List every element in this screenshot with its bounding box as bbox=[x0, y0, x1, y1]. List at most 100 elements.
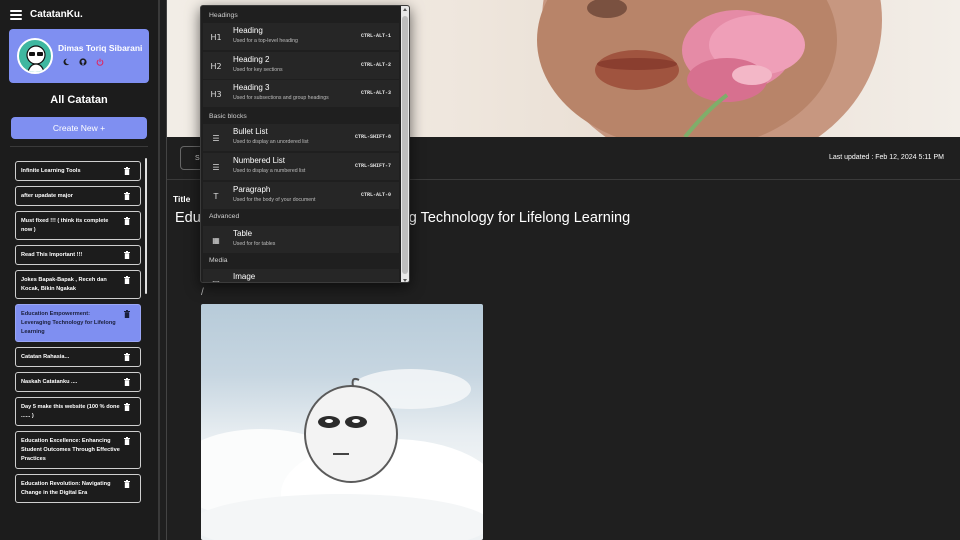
menu-section-media: Media bbox=[209, 257, 228, 264]
note-title: Read This Important !!! bbox=[21, 252, 83, 258]
sidebar-heading: All Catatan bbox=[50, 94, 108, 106]
table-icon: ▦ bbox=[212, 235, 220, 245]
slash-command-text[interactable]: / bbox=[201, 287, 204, 298]
menu-item-heading-2[interactable]: H2 Heading 2 Used for key sections CTRL-… bbox=[203, 52, 399, 79]
menu-item-shortcut: CTRL-SHIFT-8 bbox=[354, 134, 391, 140]
menu-item-desc: Used to display an unordered list bbox=[233, 139, 309, 145]
power-icon[interactable] bbox=[95, 57, 104, 66]
menu-item-label: Bullet List bbox=[233, 127, 268, 136]
heading-3-icon: H3 bbox=[210, 89, 222, 99]
topbar: CatatanKu. bbox=[10, 9, 83, 20]
trash-icon[interactable] bbox=[124, 217, 130, 225]
last-updated-text: Last updated : Feb 12, 2024 5:11 PM bbox=[828, 154, 944, 161]
note-title: Infinite Learning Tools bbox=[21, 168, 81, 174]
menu-item-label: Heading 2 bbox=[233, 55, 270, 64]
paragraph-icon: T bbox=[213, 191, 219, 201]
list-item[interactable]: Read This Important !!! bbox=[15, 245, 141, 265]
profile-card: Dimas Toriq Sibarani bbox=[9, 29, 149, 83]
menu-item-label: Heading bbox=[233, 26, 263, 35]
menu-item-heading-3[interactable]: H3 Heading 3 Used for subsections and gr… bbox=[203, 80, 399, 107]
trash-icon[interactable] bbox=[124, 437, 130, 445]
menu-item-desc: Used for key sections bbox=[233, 67, 283, 73]
hamburger-menu-icon[interactable] bbox=[10, 9, 22, 20]
sidebar-scrollbar[interactable] bbox=[145, 158, 147, 294]
trash-icon[interactable] bbox=[124, 310, 130, 318]
numbered-list-icon: ☰ bbox=[212, 162, 220, 172]
note-title: Catatan Rahasia... bbox=[21, 354, 70, 360]
trash-icon[interactable] bbox=[124, 353, 130, 361]
profile-actions bbox=[61, 57, 104, 66]
list-item[interactable]: Must fixed !!! ( think its complete now … bbox=[15, 211, 141, 240]
menu-item-desc: Used to display a numbered list bbox=[233, 168, 306, 174]
content-image[interactable] bbox=[201, 304, 483, 540]
menu-item-paragraph[interactable]: T Paragraph Used for the body of your do… bbox=[203, 182, 399, 209]
brand-title: CatatanKu. bbox=[30, 9, 83, 20]
list-item[interactable]: Day 5 make this website (100 % done ....… bbox=[15, 397, 141, 426]
list-item[interactable]: Infinite Learning Tools bbox=[15, 161, 141, 181]
list-item[interactable]: Catatan Rahasia... bbox=[15, 347, 141, 367]
menu-section-basic: Basic blocks bbox=[209, 113, 247, 120]
menu-item-desc: Used for the body of your document bbox=[233, 197, 316, 203]
menu-item-numbered-list[interactable]: ☰ Numbered List Used to display a number… bbox=[203, 153, 399, 180]
trash-icon[interactable] bbox=[124, 251, 130, 259]
note-title: Education Excellence: Enhancing Student … bbox=[21, 438, 120, 462]
trash-icon[interactable] bbox=[124, 276, 130, 284]
list-item-active[interactable]: Education Empowerment: Leveraging Techno… bbox=[15, 304, 141, 342]
profile-name: Dimas Toriq Sibarani bbox=[58, 43, 143, 53]
menu-item-shortcut: CTRL-ALT-2 bbox=[360, 62, 391, 68]
note-title: Day 5 make this website (100 % done ....… bbox=[21, 404, 120, 419]
trash-icon[interactable] bbox=[124, 167, 130, 175]
menu-item-table[interactable]: ▦ Table Used for for tables bbox=[203, 226, 399, 253]
menu-item-label: Image bbox=[233, 272, 256, 281]
image-icon: ▣ bbox=[212, 278, 220, 283]
scroll-down-icon[interactable] bbox=[403, 279, 407, 282]
trash-icon[interactable] bbox=[124, 403, 130, 411]
moon-icon[interactable] bbox=[61, 57, 70, 66]
menu-item-desc: Used for a top-level heading bbox=[233, 38, 298, 44]
menu-item-shortcut: CTRL-SHIFT-7 bbox=[354, 163, 391, 169]
list-item[interactable]: Education Excellence: Enhancing Student … bbox=[15, 431, 141, 469]
menu-scroll-thumb[interactable] bbox=[402, 16, 408, 274]
bullet-list-icon: ☰ bbox=[212, 133, 220, 143]
note-title: Jokes Bapak-Bapak , Receh dan Kocak, Bik… bbox=[21, 277, 107, 292]
note-title: Education Empowerment: Leveraging Techno… bbox=[21, 311, 116, 335]
list-item[interactable]: Education Revolution: Navigating Change … bbox=[15, 474, 141, 503]
menu-item-bullet-list[interactable]: ☰ Bullet List Used to display an unorder… bbox=[203, 124, 399, 151]
note-title: Must fixed !!! ( think its complete now … bbox=[21, 218, 109, 233]
trash-icon[interactable] bbox=[124, 378, 130, 386]
divider bbox=[10, 146, 148, 147]
menu-item-image[interactable]: ▣ Image bbox=[203, 269, 399, 283]
menu-item-shortcut: CTRL-ALT-0 bbox=[360, 192, 391, 198]
trash-icon[interactable] bbox=[124, 192, 130, 200]
menu-item-desc: Used for for tables bbox=[233, 241, 276, 247]
menu-item-label: Numbered List bbox=[233, 156, 286, 165]
avatar bbox=[17, 38, 53, 74]
note-title: after upadate major bbox=[21, 193, 73, 199]
list-item[interactable]: Naskah Catatanku .... bbox=[15, 372, 141, 392]
trash-icon[interactable] bbox=[124, 480, 130, 488]
menu-item-label: Heading 3 bbox=[233, 83, 270, 92]
menu-item-shortcut: CTRL-ALT-3 bbox=[360, 90, 391, 96]
menu-section-advanced: Advanced bbox=[209, 213, 240, 220]
heading-1-icon: H1 bbox=[210, 32, 222, 42]
notes-list: Infinite Learning Tools after upadate ma… bbox=[15, 161, 141, 508]
github-icon[interactable] bbox=[78, 57, 87, 66]
title-label: Title bbox=[173, 194, 191, 204]
app-root: CatatanKu. Dimas Toriq Sibarani All Cata… bbox=[0, 0, 960, 540]
menu-item-label: Table bbox=[233, 229, 253, 238]
menu-item-heading-1[interactable]: H1 Heading Used for a top-level heading … bbox=[203, 23, 399, 50]
menu-item-shortcut: CTRL-ALT-1 bbox=[360, 33, 391, 39]
heading-2-icon: H2 bbox=[210, 61, 222, 71]
note-title: Naskah Catatanku .... bbox=[21, 379, 78, 385]
note-title: Education Revolution: Navigating Change … bbox=[21, 481, 111, 496]
create-new-button[interactable]: Create New + bbox=[11, 117, 147, 139]
menu-scrollbar[interactable] bbox=[401, 6, 409, 282]
sidebar: CatatanKu. Dimas Toriq Sibarani All Cata… bbox=[0, 0, 160, 540]
menu-item-desc: Used for subsections and group headings bbox=[233, 95, 329, 101]
list-item[interactable]: after upadate major bbox=[15, 186, 141, 206]
list-item[interactable]: Jokes Bapak-Bapak , Receh dan Kocak, Bik… bbox=[15, 270, 141, 299]
scroll-up-icon[interactable] bbox=[403, 8, 407, 11]
menu-item-label: Paragraph bbox=[233, 185, 271, 194]
menu-section-headings: Headings bbox=[209, 12, 238, 19]
slash-command-menu: Headings H1 Heading Used for a top-level… bbox=[200, 5, 410, 283]
